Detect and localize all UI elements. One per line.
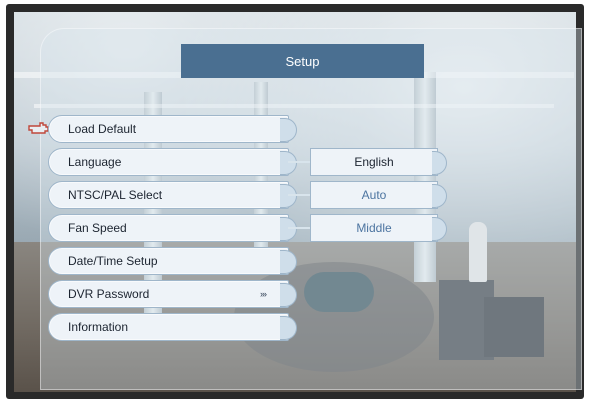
menu-item-dvr-password[interactable]: DVR Password ››› [48,280,297,308]
ntsc-pal-value-text: Auto [361,188,387,202]
ntsc-pal-value[interactable]: Auto [310,181,447,209]
connector [288,227,310,229]
fan-speed-value-text: Middle [356,221,392,235]
connector [288,194,310,196]
menu-item-label: DVR Password [68,287,150,301]
connector [288,161,310,163]
menu-item-information[interactable]: Information [48,313,297,341]
menu-item-date-time[interactable]: Date/Time Setup [48,247,297,275]
menu-item-label: Load Default [68,122,137,136]
fan-speed-value[interactable]: Middle [310,214,447,242]
language-value-text: English [354,155,394,169]
submenu-arrow-icon: ››› [260,289,267,299]
menu-item-label: Fan Speed [68,221,127,235]
hand-pointer-icon [28,122,49,134]
menu-item-label: Information [68,320,129,334]
page-title: Setup [181,44,424,78]
language-value[interactable]: English [310,148,447,176]
menu-item-ntsc-pal[interactable]: NTSC/PAL Select [48,181,297,209]
menu-item-label: Date/Time Setup [68,254,158,268]
menu-item-language[interactable]: Language [48,148,297,176]
menu-item-label: Language [68,155,122,169]
menu-item-load-default[interactable]: Load Default [48,115,297,143]
menu-item-label: NTSC/PAL Select [68,188,163,202]
menu-item-fan-speed[interactable]: Fan Speed [48,214,297,242]
